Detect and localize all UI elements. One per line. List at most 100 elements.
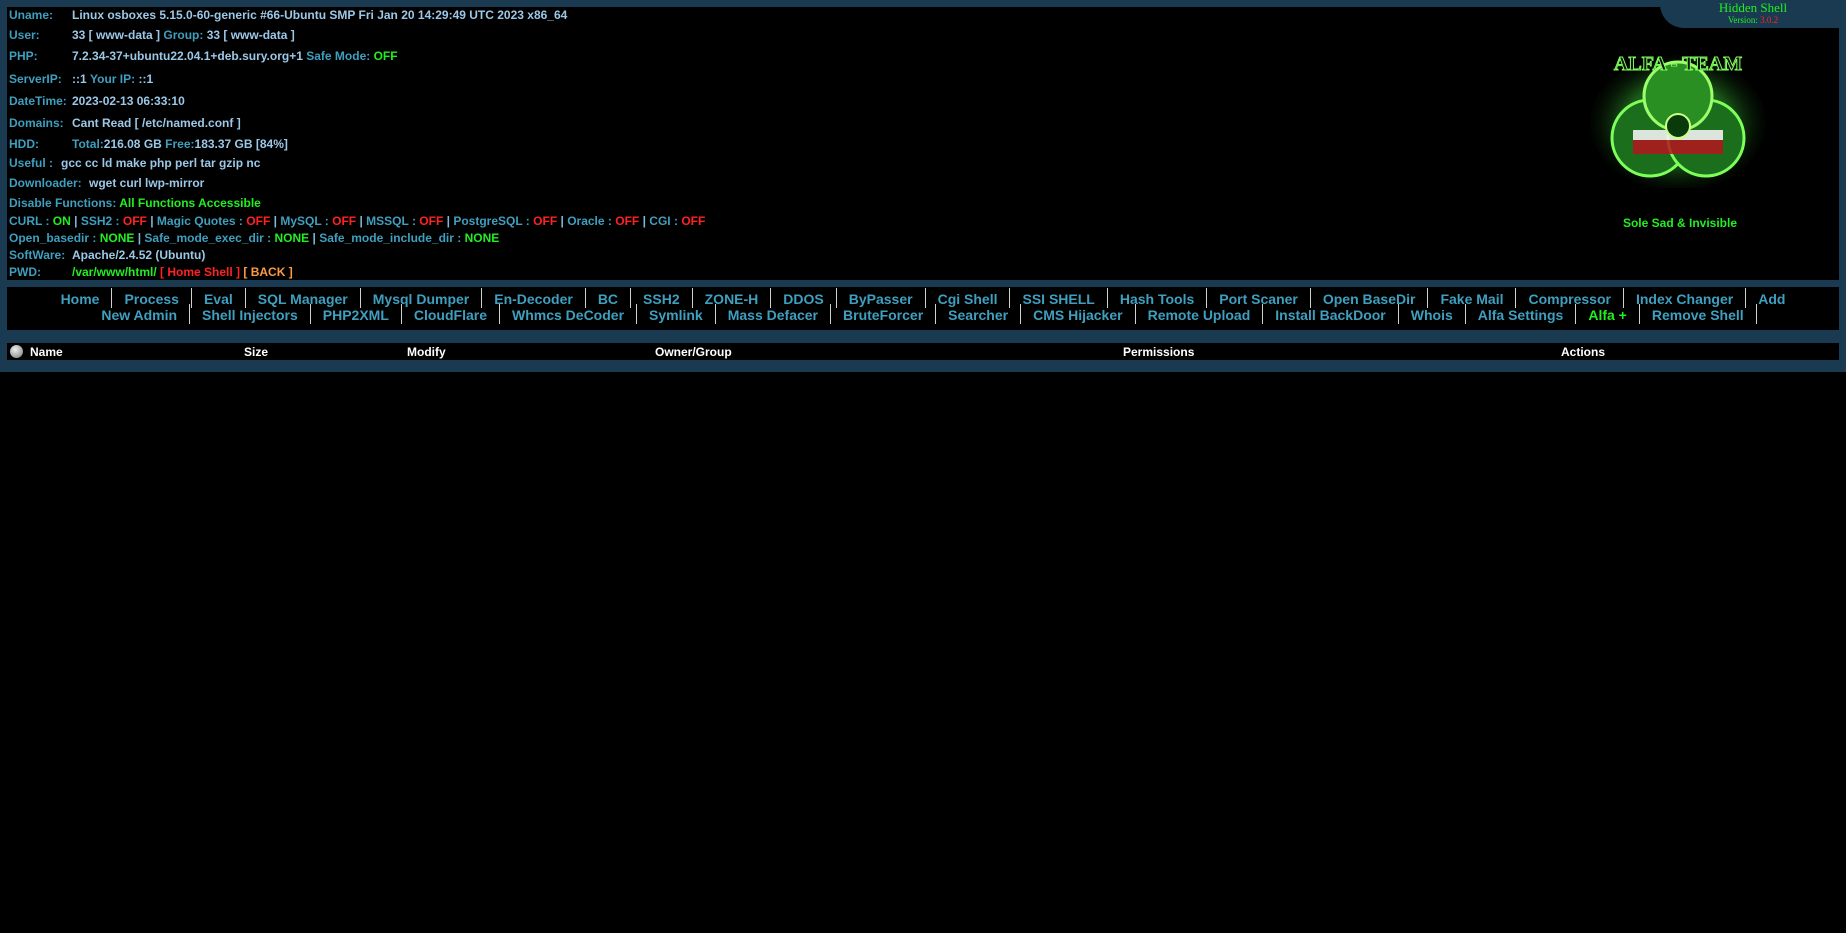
- uname-label: Uname:: [9, 8, 54, 22]
- pwd-path-link[interactable]: /var/www/html/: [72, 265, 157, 279]
- useful-row: Useful : gcc cc ld make php perl tar gzip…: [9, 156, 260, 170]
- nav-process-link[interactable]: Process: [112, 291, 190, 307]
- nav-fake-mail-link[interactable]: Fake Mail: [1428, 291, 1515, 307]
- nav-cloudflare-link[interactable]: CloudFlare: [402, 307, 499, 323]
- nav-symlink-link[interactable]: Symlink: [637, 307, 715, 323]
- hdd-total-label: Total:: [72, 137, 104, 151]
- datetime-value: 2023-02-13 06:33:10: [72, 94, 185, 108]
- pwd-row: PWD: /var/www/html/ [ Home Shell ] [ BACK…: [9, 265, 293, 279]
- nav-php2xml-link[interactable]: PHP2XML: [311, 307, 401, 323]
- downloader-label: Downloader:: [9, 176, 82, 190]
- nav-sql-manager-link[interactable]: SQL Manager: [246, 291, 360, 307]
- brand-title: Hidden Shell: [1718, 0, 1788, 15]
- nav-new-admin-link[interactable]: New Admin: [89, 307, 189, 323]
- exec-dir-value: NONE: [274, 231, 310, 245]
- nav-eval-link[interactable]: Eval: [192, 291, 245, 307]
- back-link[interactable]: [ BACK ]: [243, 265, 292, 279]
- nav-home-link[interactable]: Home: [49, 291, 112, 307]
- nav-open-basedir-link[interactable]: Open BaseDir: [1311, 291, 1428, 307]
- col-modify[interactable]: Modify: [407, 345, 446, 359]
- nav-port-scaner-link[interactable]: Port Scaner: [1207, 291, 1310, 307]
- nav-whmcs-decoder-link[interactable]: Whmcs DeCoder: [500, 307, 636, 323]
- tools-menu-line-1: Home Process Eval SQL Manager Mysql Dumper En…: [7, 288, 1839, 309]
- nav-alfa-settings-link[interactable]: Alfa Settings: [1466, 307, 1576, 323]
- software-label: SoftWare:: [9, 248, 66, 262]
- nav-ddos-link[interactable]: DDOS: [771, 291, 835, 307]
- open-basedir-value: NONE: [99, 231, 135, 245]
- php-row: PHP: 7.2.34-37+ubuntu22.04.1+deb.sury.org…: [9, 49, 398, 63]
- datetime-row: DateTime: 2023-02-13 06:33:10: [9, 94, 185, 108]
- useful-value: gcc cc ld make php perl tar gzip nc: [61, 156, 261, 170]
- curl-value: ON: [52, 214, 71, 228]
- safe-mode-value: OFF: [373, 49, 398, 63]
- nav-remote-upload-link[interactable]: Remote Upload: [1136, 307, 1263, 323]
- col-name[interactable]: Name: [30, 345, 63, 359]
- serverip-label: ServerIP:: [9, 72, 62, 86]
- nav-ssi-shell-link[interactable]: SSI SHELL: [1010, 291, 1106, 307]
- disable-value: All Functions Accessible: [119, 196, 261, 210]
- select-all-radio-icon[interactable]: [10, 345, 23, 358]
- php-value: 7.2.34-37+ubuntu22.04.1+deb.sury.org+1: [72, 49, 303, 63]
- postgresql-value: OFF: [533, 214, 558, 228]
- separator: |: [359, 214, 363, 228]
- nav-hash-tools-link[interactable]: Hash Tools: [1108, 291, 1206, 307]
- col-actions[interactable]: Actions: [1561, 345, 1605, 359]
- nav-shell-injectors-link[interactable]: Shell Injectors: [190, 307, 310, 323]
- uname-value: Linux osboxes 5.15.0-60-generic #66-Ubun…: [72, 8, 568, 22]
- nav-en-decoder-link[interactable]: En-Decoder: [482, 291, 585, 307]
- nav-whois-link[interactable]: Whois: [1399, 307, 1465, 323]
- separator: |: [446, 214, 450, 228]
- nav-mass-defacer-link[interactable]: Mass Defacer: [716, 307, 830, 323]
- home-shell-link[interactable]: [ Home Shell ]: [160, 265, 240, 279]
- separator: |: [312, 231, 316, 245]
- col-owner-group[interactable]: Owner/Group: [655, 345, 732, 359]
- user-value: 33 [ www-data ]: [72, 28, 161, 42]
- nav-install-backdoor-link[interactable]: Install BackDoor: [1263, 307, 1397, 323]
- hdd-label: HDD:: [9, 137, 39, 151]
- nav-compressor-link[interactable]: Compressor: [1516, 291, 1622, 307]
- serverip-row: ServerIP:::1 Your IP: ::1: [9, 72, 153, 86]
- nav-ssh2-link[interactable]: SSH2: [631, 291, 692, 307]
- col-size[interactable]: Size: [244, 345, 268, 359]
- nav-divider: [1755, 304, 1757, 325]
- mssql-label: MSSQL :: [366, 214, 416, 228]
- nav-alfa-link[interactable]: Alfa +: [1576, 307, 1639, 323]
- software-row: SoftWare: Apache/2.4.52 (Ubuntu): [9, 248, 205, 262]
- col-permissions[interactable]: Permissions: [1123, 345, 1194, 359]
- nav-add-link[interactable]: Add: [1746, 291, 1797, 307]
- nav-searcher-link[interactable]: Searcher: [936, 307, 1020, 323]
- nav-bruteforcer-link[interactable]: BruteForcer: [831, 307, 935, 323]
- software-value: Apache/2.4.52 (Ubuntu): [72, 248, 206, 262]
- file-table-header: Name Size Modify Owner/Group Permissions…: [7, 343, 1839, 360]
- postgresql-label: PostgreSQL :: [453, 214, 530, 228]
- oracle-value: OFF: [615, 214, 640, 228]
- nav-remove-shell-link[interactable]: Remove Shell: [1640, 307, 1756, 323]
- nav-mysql-dumper-link[interactable]: Mysql Dumper: [361, 291, 481, 307]
- separator: |: [74, 214, 78, 228]
- domains-row: Domains: Cant Read [ /etc/named.conf ]: [9, 116, 241, 130]
- nav-cgi-shell-link[interactable]: Cgi Shell: [926, 291, 1010, 307]
- uname-row: Uname: Linux osboxes 5.15.0-60-generic #6…: [9, 8, 567, 22]
- ssh2-value: OFF: [122, 214, 147, 228]
- yourip-value: ::1: [138, 72, 154, 86]
- nav-cms-hijacker-link[interactable]: CMS Hijacker: [1021, 307, 1134, 323]
- safe-mode-label: Safe Mode:: [306, 49, 371, 63]
- yourip-label: Your IP:: [90, 72, 136, 86]
- php-label: PHP:: [9, 49, 38, 63]
- useful-label: Useful :: [9, 156, 54, 170]
- hdd-total-value: 216.08 GB: [103, 137, 162, 151]
- nav-index-changer-link[interactable]: Index Changer: [1624, 291, 1745, 307]
- datetime-label: DateTime:: [9, 94, 67, 108]
- nav-bc-link[interactable]: BC: [586, 291, 630, 307]
- user-row: User: 33 [ www-data ] Group: 33 [ www-dat…: [9, 28, 295, 42]
- tools-menu: Home Process Eval SQL Manager Mysql Dumper En…: [7, 287, 1839, 330]
- user-label: User:: [9, 28, 40, 42]
- nav-bypasser-link[interactable]: ByPasser: [837, 291, 925, 307]
- group-label: Group:: [163, 28, 204, 42]
- curl-label: CURL :: [9, 214, 50, 228]
- hdd-row: HDD: Total:216.08 GB Free:183.37 GB [84%]: [9, 137, 288, 151]
- pwd-label: PWD:: [9, 265, 41, 279]
- include-dir-label: Safe_mode_include_dir :: [319, 231, 462, 245]
- brand-tab: Hidden Shell Version: 3.0.2: [1660, 0, 1846, 28]
- nav-zone-h-link[interactable]: ZONE-H: [693, 291, 771, 307]
